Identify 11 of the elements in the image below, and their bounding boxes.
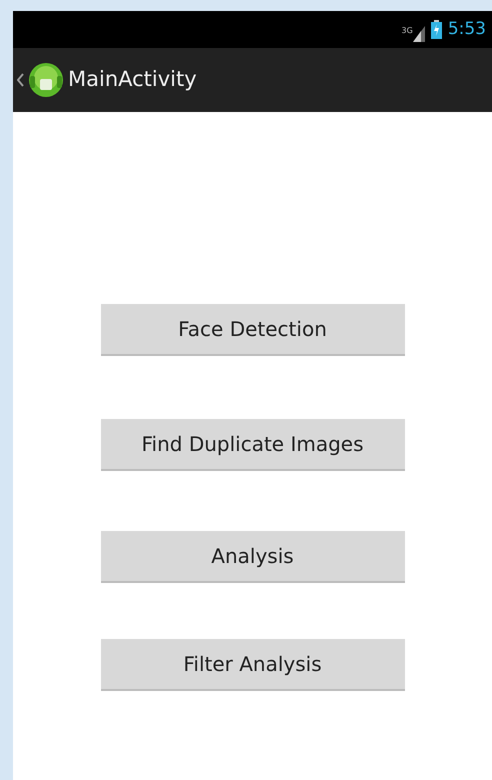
action-button[interactable]: Face Detection <box>100 304 404 356</box>
signal-icon <box>412 26 425 42</box>
back-caret-icon[interactable] <box>17 73 24 87</box>
activity-title: MainActivity <box>68 66 197 94</box>
app-icon[interactable] <box>28 62 64 98</box>
clock-time: 5:53 <box>448 18 486 41</box>
action-button[interactable]: Find Duplicate Images <box>100 419 404 471</box>
battery-icon <box>430 20 442 39</box>
action-button[interactable]: Filter Analysis <box>100 639 404 691</box>
network-label: 3G <box>402 26 413 34</box>
action-button[interactable]: Analysis <box>100 531 404 583</box>
